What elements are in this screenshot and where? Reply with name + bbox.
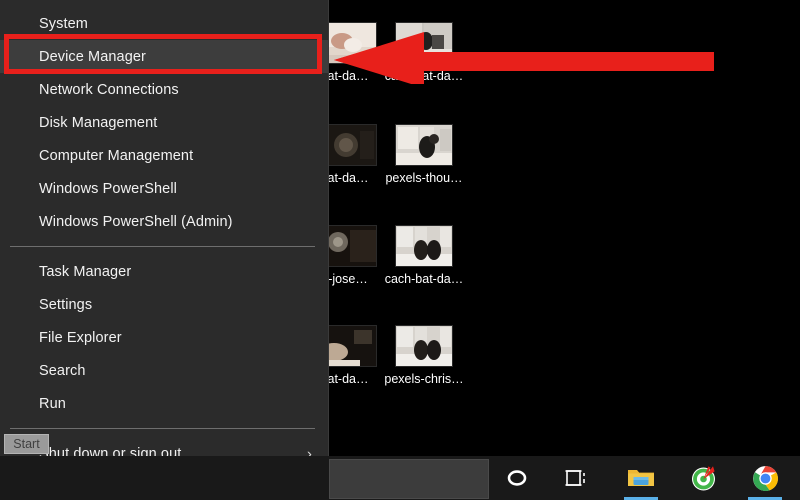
menu-item-label: Settings bbox=[39, 296, 93, 313]
menu-item-label: Device Manager bbox=[39, 48, 146, 65]
menu-item-label: Task Manager bbox=[39, 263, 132, 280]
photo-thumbnail-icon bbox=[396, 326, 452, 366]
coccoc-target-icon bbox=[691, 465, 715, 490]
desktop-icon-label: cach-bat-da… bbox=[384, 272, 464, 286]
start-button-tooltip: Start bbox=[4, 434, 49, 454]
desktop-icon-label: pexels-chris… bbox=[384, 372, 464, 386]
menu-separator bbox=[10, 246, 315, 247]
chrome-button[interactable] bbox=[741, 456, 789, 500]
task-view-button[interactable] bbox=[553, 456, 601, 500]
taskbar-search-box[interactable] bbox=[329, 459, 489, 499]
menu-item-label: File Explorer bbox=[39, 329, 122, 346]
chrome-icon bbox=[752, 465, 778, 491]
menu-item-label: Search bbox=[39, 362, 86, 379]
menu-item-device-manager[interactable]: Device Manager bbox=[0, 40, 328, 73]
menu-item-label: System bbox=[39, 15, 88, 32]
menu-item-system[interactable]: System bbox=[0, 7, 328, 40]
desktop-icon-thumbnail bbox=[395, 22, 453, 64]
photo-thumbnail-icon bbox=[396, 125, 452, 165]
menu-item-task-manager[interactable]: Task Manager bbox=[0, 255, 328, 288]
menu-separator bbox=[10, 428, 315, 429]
desktop-icon-thumbnail bbox=[395, 225, 453, 267]
menu-item-disk-management[interactable]: Disk Management bbox=[0, 106, 328, 139]
folder-icon bbox=[628, 470, 654, 486]
file-explorer-button[interactable] bbox=[617, 456, 665, 500]
menu-item-computer-management[interactable]: Computer Management bbox=[0, 139, 328, 172]
coccoc-button[interactable] bbox=[679, 456, 727, 500]
desktop-icon-thumbnail bbox=[395, 325, 453, 367]
desktop-icon-label: pexels-thou… bbox=[385, 171, 463, 185]
menu-item-windows-powershell-admin[interactable]: Windows PowerShell (Admin) bbox=[0, 205, 328, 238]
menu-item-label: Windows PowerShell bbox=[39, 180, 177, 197]
taskbar[interactable] bbox=[0, 456, 800, 500]
menu-item-label: Computer Management bbox=[39, 147, 194, 164]
desktop-icon[interactable]: cach-bat-da… bbox=[376, 22, 472, 83]
power-user-menu[interactable]: System Device Manager Network Connection… bbox=[0, 0, 329, 495]
desktop-icon[interactable]: cach-bat-da… bbox=[376, 225, 472, 286]
menu-top-spacer bbox=[0, 0, 328, 7]
desktop-icon[interactable]: pexels-thou… bbox=[376, 124, 472, 185]
menu-item-file-explorer[interactable]: File Explorer bbox=[0, 321, 328, 354]
screen: at-da… cach-bat-da… at-da… pexels-thou… … bbox=[0, 0, 800, 500]
menu-item-search[interactable]: Search bbox=[0, 354, 328, 387]
menu-item-run[interactable]: Run bbox=[0, 387, 328, 420]
menu-item-label: Windows PowerShell (Admin) bbox=[39, 213, 233, 230]
photo-thumbnail-icon bbox=[396, 226, 452, 266]
task-view-icon bbox=[565, 470, 585, 486]
menu-item-label: Run bbox=[39, 395, 66, 412]
cortana-button[interactable] bbox=[493, 456, 541, 500]
cortana-circle-icon bbox=[507, 470, 527, 486]
menu-item-network-connections[interactable]: Network Connections bbox=[0, 73, 328, 106]
start-tooltip-label: Start bbox=[13, 437, 40, 451]
menu-item-label: Disk Management bbox=[39, 114, 158, 131]
photo-thumbnail-icon bbox=[396, 23, 452, 63]
desktop-icon[interactable]: pexels-chris… bbox=[376, 325, 472, 386]
desktop-icon-thumbnail bbox=[395, 124, 453, 166]
menu-item-windows-powershell[interactable]: Windows PowerShell bbox=[0, 172, 328, 205]
desktop-icon-label: cach-bat-da… bbox=[384, 69, 464, 83]
menu-item-settings[interactable]: Settings bbox=[0, 288, 328, 321]
menu-item-label: Network Connections bbox=[39, 81, 179, 98]
